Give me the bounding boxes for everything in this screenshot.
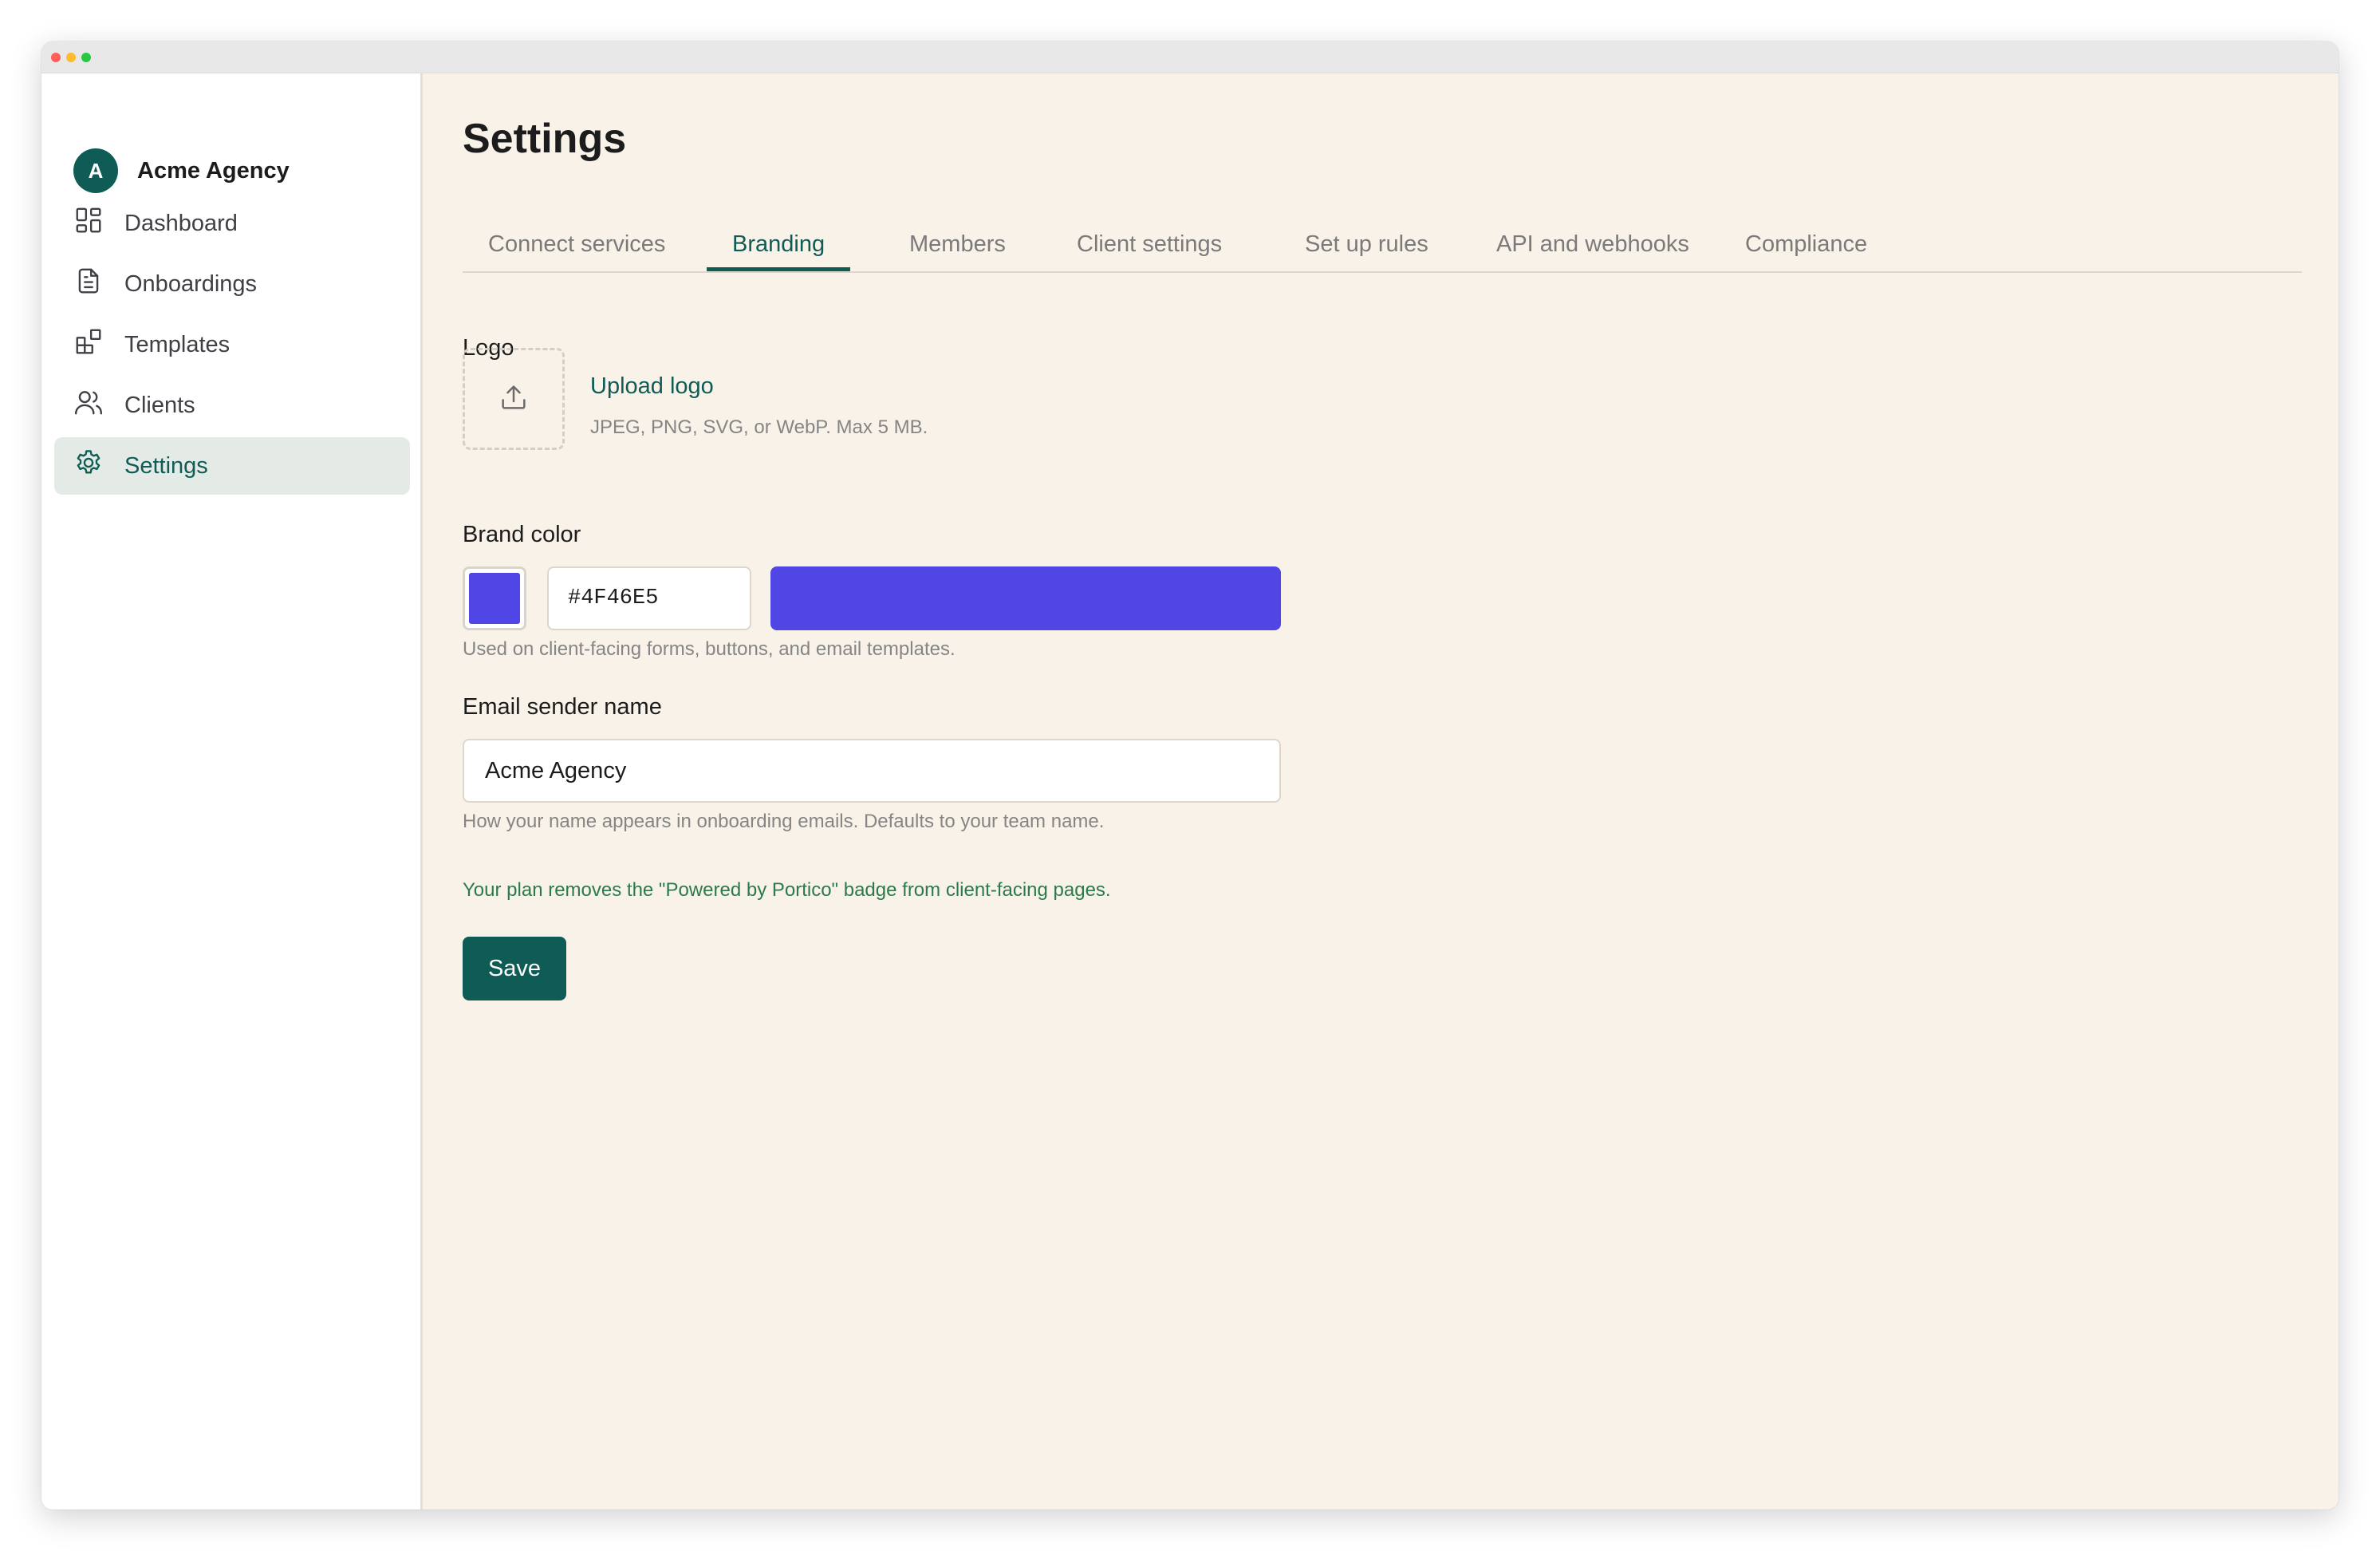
brand-color-preview [770, 566, 1281, 630]
sidebar: A Acme Agency Dashboard Onboardings Temp… [41, 73, 423, 1510]
templates-icon [73, 326, 104, 363]
workspace-avatar: A [73, 148, 118, 193]
gear-icon [73, 448, 104, 484]
sidebar-item-dashboard[interactable]: Dashboard [54, 195, 410, 252]
tab-branding[interactable]: Branding [707, 225, 851, 271]
settings-tabs: Connect services Branding Members Client… [463, 225, 2302, 273]
workspace-switcher[interactable]: A Acme Agency [73, 148, 290, 193]
save-button[interactable]: Save [463, 937, 566, 1000]
upload-icon [498, 381, 530, 417]
sidebar-item-label: Templates [124, 331, 231, 357]
window-maximize-button[interactable] [81, 53, 91, 62]
email-sender-name-input[interactable]: Acme Agency [463, 739, 1281, 803]
workspace-name: Acme Agency [137, 157, 290, 184]
dashboard-icon [73, 205, 104, 242]
logo-dropzone[interactable] [463, 348, 565, 450]
tab-api-and-webhooks[interactable]: API and webhooks [1471, 225, 1715, 271]
plan-badge-note: Your plan removes the "Powered by Portic… [463, 879, 1111, 901]
brand-color-hex-input[interactable]: #4F46E5 [547, 566, 751, 630]
sidebar-item-onboardings[interactable]: Onboardings [54, 255, 410, 313]
sidebar-item-settings[interactable]: Settings [54, 437, 410, 495]
settings-page: Settings Connect services Branding Membe… [423, 73, 2339, 1510]
brand-color-label: Brand color [463, 522, 581, 547]
brand-color-hint: Used on client-facing forms, buttons, an… [463, 638, 956, 660]
brand-color-swatch [469, 573, 520, 624]
sidebar-item-label: Onboardings [124, 270, 258, 297]
window-minimize-button[interactable] [66, 53, 76, 62]
window-titlebar [41, 41, 2339, 73]
sidebar-item-templates[interactable]: Templates [54, 316, 410, 373]
brand-color-picker[interactable] [463, 566, 526, 630]
page-title: Settings [463, 116, 627, 162]
tab-members[interactable]: Members [884, 225, 1031, 271]
sidebar-nav: Dashboard Onboardings Templates Clients … [54, 195, 410, 498]
tab-client-settings[interactable]: Client settings [1051, 225, 1247, 271]
app-window: A Acme Agency Dashboard Onboardings Temp… [41, 41, 2339, 1510]
tab-compliance[interactable]: Compliance [1720, 225, 1893, 271]
sidebar-item-label: Dashboard [124, 210, 238, 236]
logo-hint: JPEG, PNG, SVG, or WebP. Max 5 MB. [590, 416, 928, 438]
email-sender-hint: How your name appears in onboarding emai… [463, 811, 1105, 832]
sidebar-item-label: Settings [124, 452, 208, 479]
document-icon [73, 266, 104, 302]
sidebar-item-label: Clients [124, 392, 195, 418]
users-icon [73, 387, 104, 424]
tab-set-up-rules[interactable]: Set up rules [1279, 225, 1454, 271]
upload-logo-link[interactable]: Upload logo [590, 373, 714, 400]
sidebar-item-clients[interactable]: Clients [54, 377, 410, 434]
tab-connect-services[interactable]: Connect services [463, 225, 691, 271]
email-sender-label: Email sender name [463, 694, 662, 720]
window-close-button[interactable] [51, 53, 61, 62]
